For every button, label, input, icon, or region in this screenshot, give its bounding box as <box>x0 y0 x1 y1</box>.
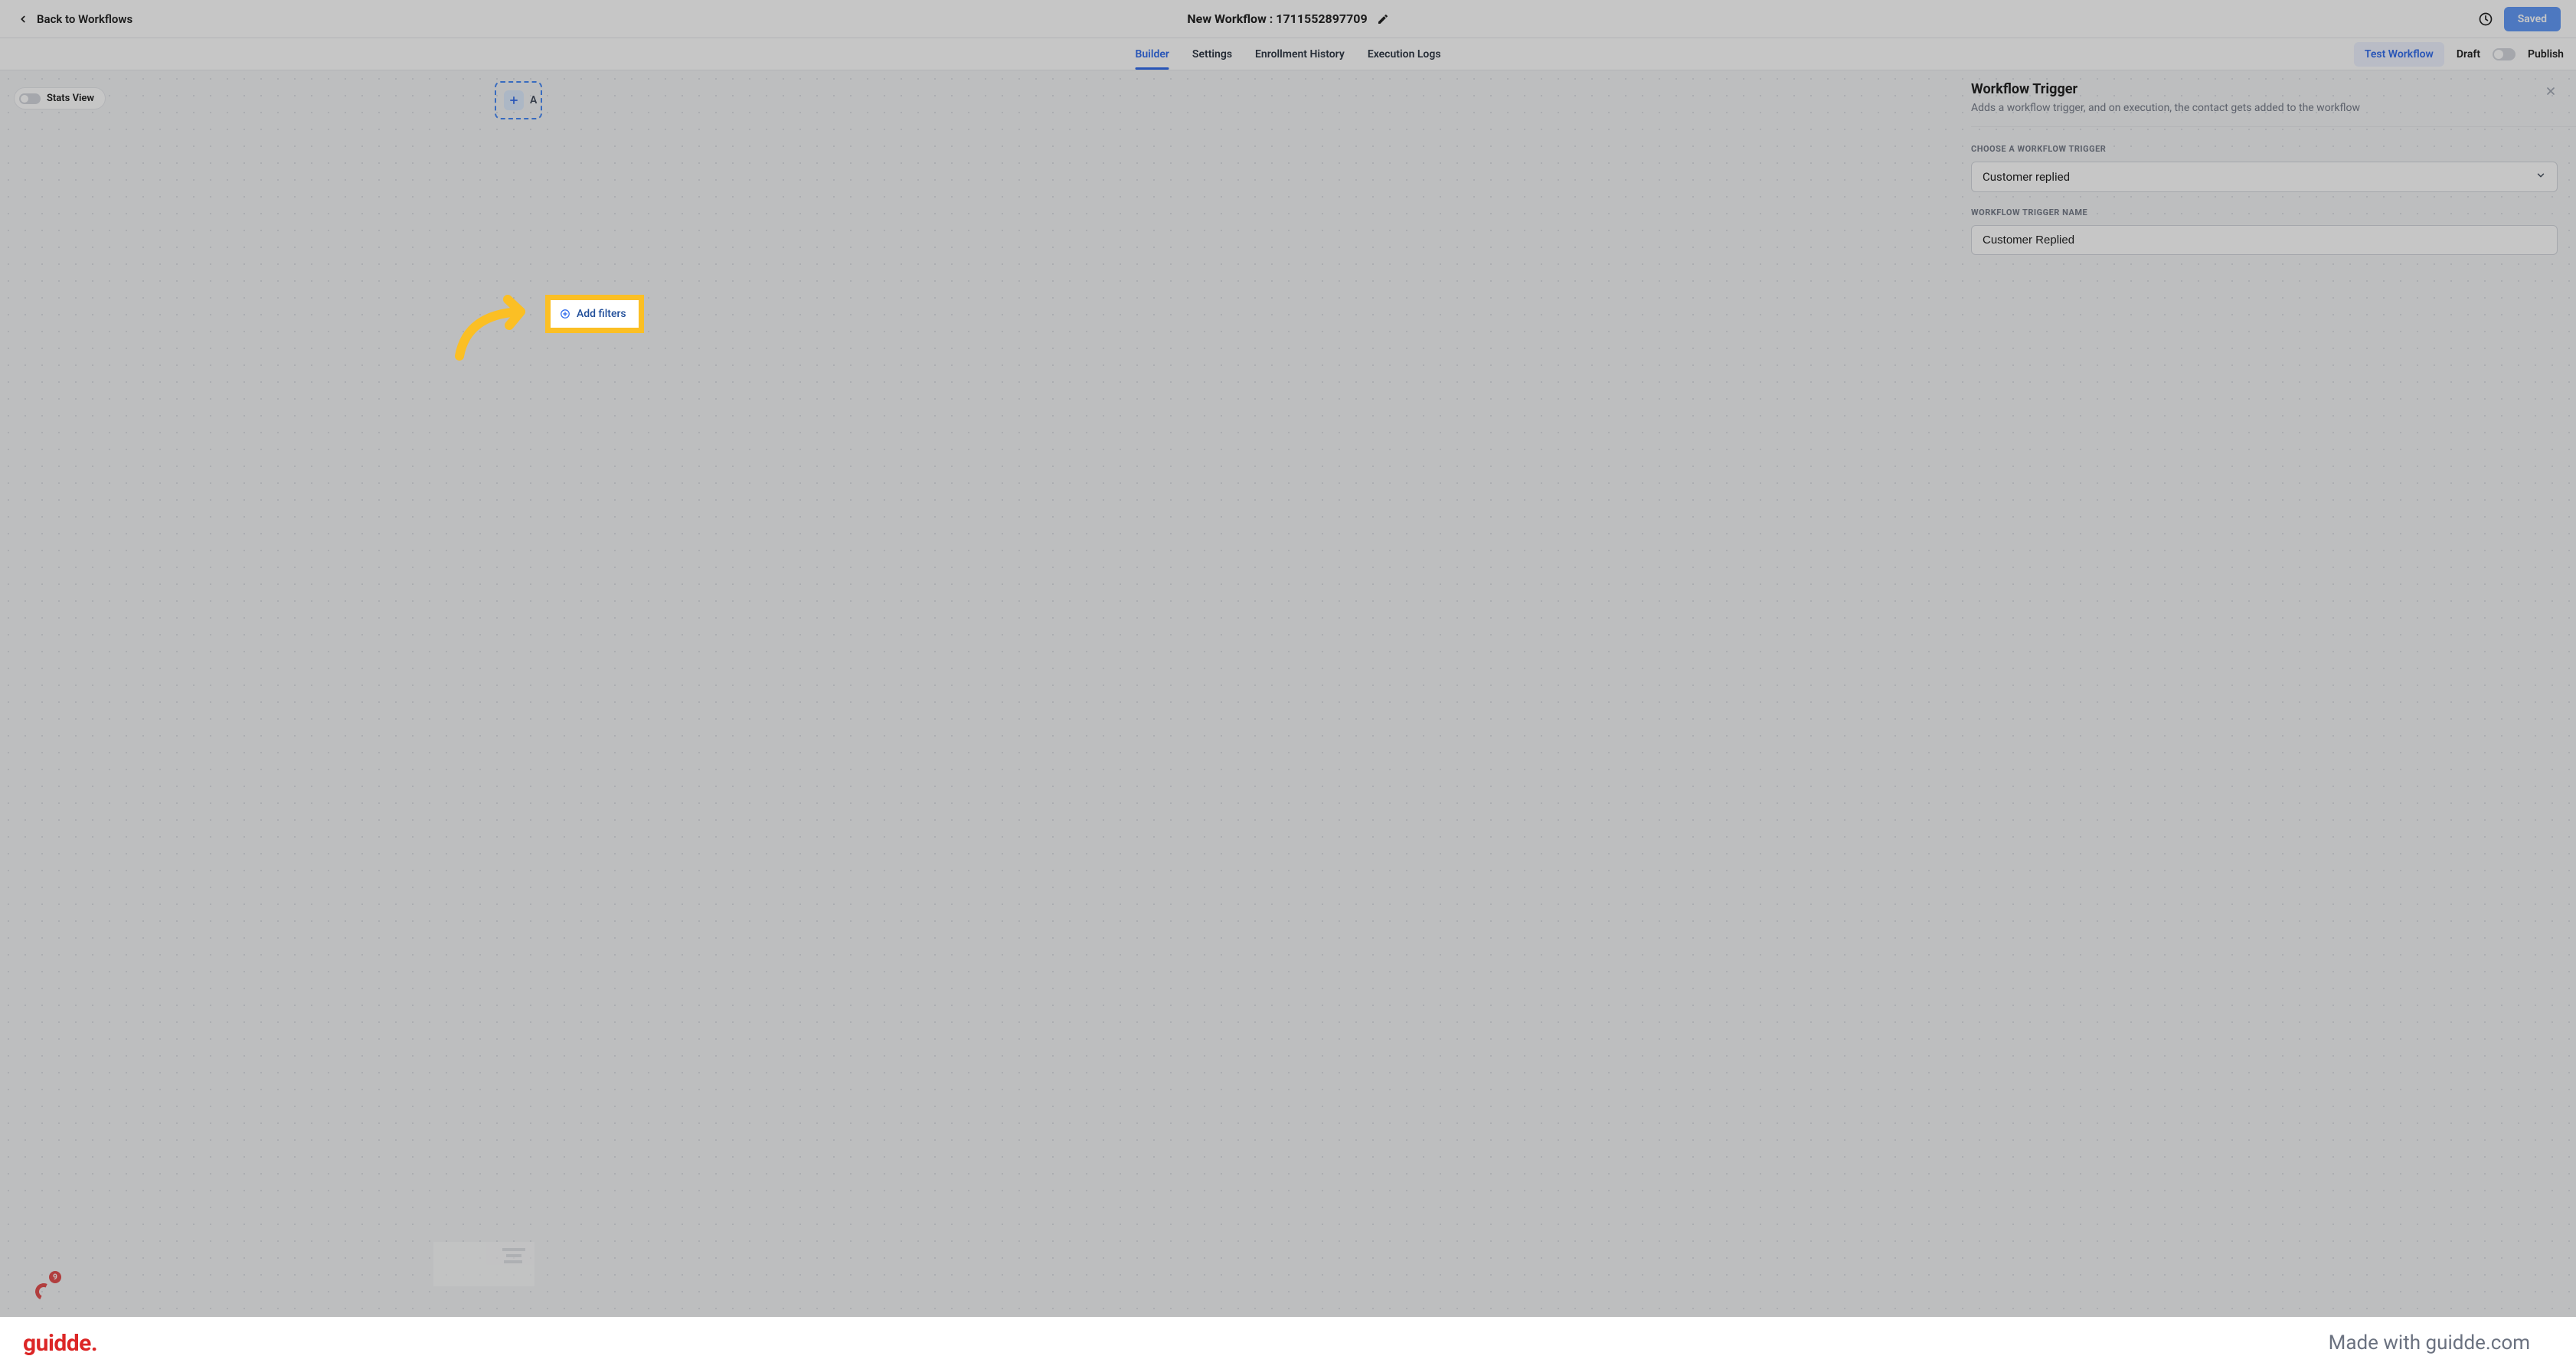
annotation-arrow-icon <box>448 295 548 364</box>
stats-view-pill[interactable]: Stats View <box>14 87 106 109</box>
app-badge[interactable]: 9 <box>34 1274 60 1300</box>
drawer-title: Workflow Trigger <box>1971 81 2360 97</box>
saved-button[interactable]: Saved <box>2504 7 2561 31</box>
back-label: Back to Workflows <box>37 12 132 26</box>
chevron-down-icon <box>2535 170 2546 184</box>
tab-execution-logs[interactable]: Execution Logs <box>1368 38 1441 70</box>
trigger-name-label: WORKFLOW TRIGGER NAME <box>1971 207 2558 217</box>
tabs-bar: Builder Settings Enrollment History Exec… <box>0 38 2576 70</box>
workflow-title: New Workflow : 1711552897709 <box>1187 11 1367 26</box>
workflow-canvas[interactable]: Stats View A Workflow Trigger Adds a wor… <box>0 70 2576 1317</box>
publish-label: Publish <box>2528 48 2564 60</box>
trigger-name-input[interactable] <box>1971 225 2558 255</box>
back-to-workflows[interactable]: Back to Workflows <box>15 11 1187 27</box>
add-filters-label: Add filters <box>577 308 626 320</box>
app-header: Back to Workflows New Workflow : 1711552… <box>0 0 2576 38</box>
stats-view-toggle[interactable] <box>19 93 41 104</box>
draft-label: Draft <box>2457 48 2480 60</box>
trigger-node-letter: A <box>530 94 537 106</box>
plus-circle-icon <box>560 309 570 319</box>
drawer-subtitle: Adds a workflow trigger, and on executio… <box>1971 102 2360 114</box>
chevron-left-icon <box>15 11 31 27</box>
choose-trigger-label: CHOOSE A WORKFLOW TRIGGER <box>1971 144 2558 154</box>
footer: guidde. Made with guidde.com <box>0 1317 2576 1369</box>
add-trigger-node[interactable]: A <box>495 81 542 119</box>
history-icon[interactable] <box>2478 11 2493 27</box>
pencil-icon[interactable] <box>1377 13 1389 25</box>
made-with-label: Made with guidde.com <box>2329 1331 2530 1354</box>
badge-count: 9 <box>49 1271 61 1283</box>
app-badge-icon <box>33 1281 54 1302</box>
add-filters-button[interactable]: Add filters <box>545 295 644 333</box>
test-workflow-button[interactable]: Test Workflow <box>2354 42 2444 67</box>
guidde-logo: guidde. <box>23 1330 97 1357</box>
publish-toggle[interactable] <box>2493 48 2516 60</box>
trigger-select[interactable]: Customer replied <box>1971 162 2558 192</box>
stats-view-label: Stats View <box>47 93 94 104</box>
tab-settings[interactable]: Settings <box>1192 38 1232 70</box>
plus-icon <box>504 90 524 110</box>
close-icon[interactable] <box>2544 84 2558 98</box>
trigger-drawer: Workflow Trigger Adds a workflow trigger… <box>1971 81 2576 1317</box>
canvas-minimap[interactable] <box>433 1242 534 1286</box>
trigger-select-value: Customer replied <box>1983 170 2070 184</box>
tab-builder[interactable]: Builder <box>1135 38 1169 70</box>
tab-enrollment-history[interactable]: Enrollment History <box>1255 38 1345 70</box>
